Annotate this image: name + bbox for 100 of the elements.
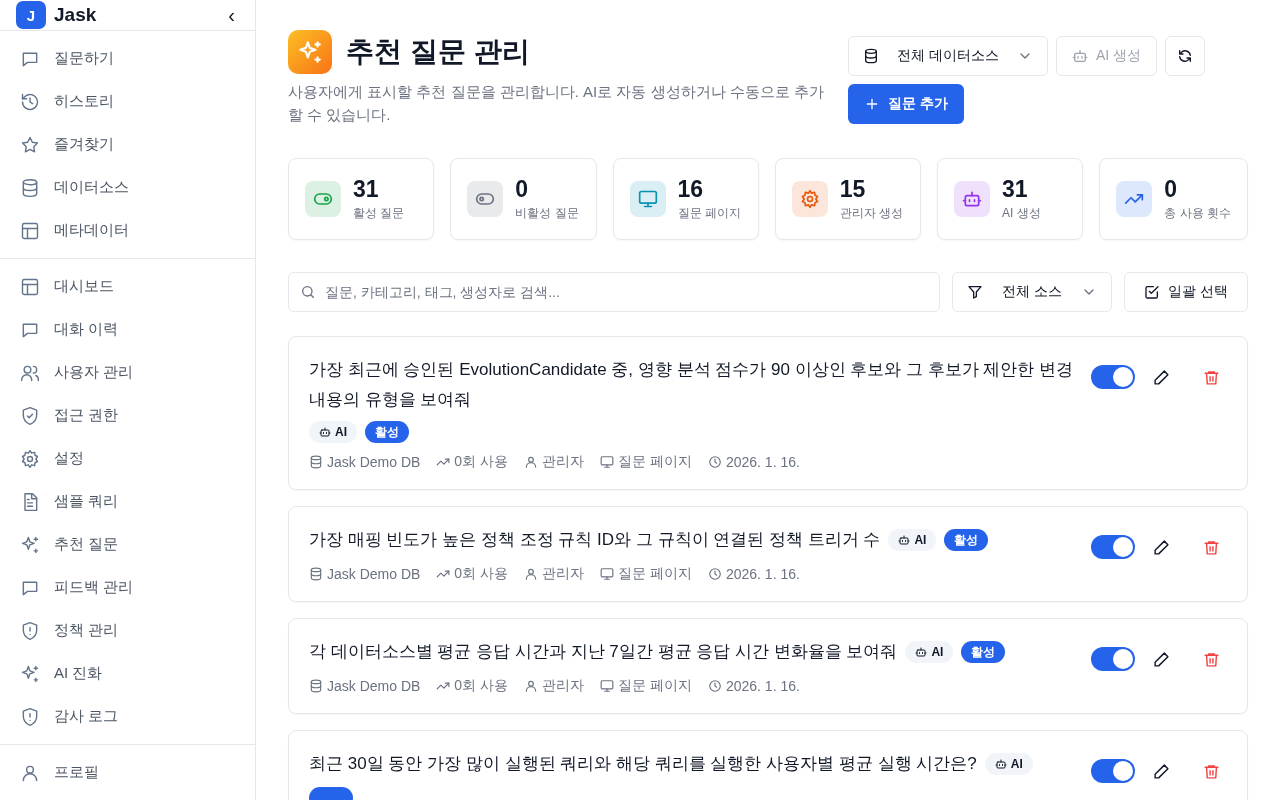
datasource-label: Jask Demo DB (327, 454, 421, 470)
sidebar-item[interactable]: 추천 질문 (8, 523, 247, 566)
stat-label: 활성 질문 (353, 205, 405, 222)
ai-label: AI (931, 645, 944, 659)
usage-count: 0회 사용 (454, 677, 509, 695)
question-text: 가장 매핑 빈도가 높은 정책 조정 규칙 ID와 그 규칙이 연결된 정책 트리거 수 (309, 529, 881, 551)
ai-label: AI (914, 533, 927, 547)
layout-icon (20, 276, 40, 297)
sidebar-item[interactable]: AI 진화 (8, 652, 247, 695)
usage-count: 0회 사용 (454, 565, 509, 583)
add-question-button[interactable]: 질문 추가 (848, 84, 964, 124)
sidebar-item[interactable]: 프로필 (8, 751, 247, 794)
stat-label: 총 사용 횟수 (1164, 205, 1231, 222)
sidebar-item[interactable]: 피드백 관리 (8, 566, 247, 609)
created-date: 2026. 1. 16. (725, 566, 800, 582)
robot-icon (915, 646, 928, 658)
datasource-label: Jask Demo DB (327, 678, 421, 694)
sidebar-item[interactable]: 대화 이력 (8, 308, 247, 351)
clock-icon (707, 679, 722, 693)
sidebar-item[interactable]: 질문하기 (8, 37, 247, 80)
sidebar-item[interactable]: 설정 (8, 437, 247, 480)
app-name: Jask (54, 4, 98, 26)
pencil-icon (1152, 368, 1170, 386)
clock-icon (707, 455, 722, 469)
trash-icon (1202, 538, 1220, 556)
status-badge: 활성 (944, 529, 989, 551)
sidebar-item[interactable]: 샘플 쿼리 (8, 480, 247, 523)
author-label: 관리자 (542, 565, 585, 583)
author-label: 관리자 (542, 677, 585, 695)
stat-value: 0 (515, 176, 530, 203)
database-icon (309, 455, 323, 469)
history-icon (20, 91, 40, 112)
question-text: 가장 최근에 승인된 EvolutionCandidate 중, 영향 분석 점수가 90 이상인 후보와 그 후보가 제안한 변경 내용의 유형을 보여줘 (309, 359, 1075, 411)
shield-alert-icon (20, 706, 40, 727)
sparkle-icon (20, 663, 40, 684)
status-badge: 활성 (961, 641, 1006, 663)
robot-icon (319, 426, 331, 438)
monitor-icon (600, 679, 615, 693)
refresh-icon (1177, 48, 1193, 64)
sidebar-item[interactable]: 메타데이터 (8, 209, 247, 252)
sparkle-icon (288, 30, 332, 74)
stat-label: 관리자 생성 (839, 205, 904, 222)
pencil-icon (1152, 538, 1170, 556)
sparkle-icon (20, 534, 40, 555)
created-date: 2026. 1. 16. (725, 678, 800, 694)
created-date: 2026. 1. 16. (725, 454, 800, 470)
collapse-button[interactable]: ‹ (224, 3, 239, 27)
checkbox-icon (1144, 284, 1161, 300)
clock-icon (707, 567, 722, 581)
refresh-button[interactable] (1165, 36, 1205, 76)
active-toggle[interactable] (1091, 647, 1135, 671)
source-filter-select[interactable]: 전체 소스 (952, 272, 1112, 312)
monitor-icon (600, 567, 615, 581)
database-icon (863, 48, 879, 64)
page-description: 사용자에게 표시할 추천 질문을 관리합니다. AI로 자동 생성하거나 수동으로 추가할 수 있습니다. (288, 82, 825, 125)
datasource-label: Jask Demo DB (327, 566, 421, 582)
database-icon (309, 567, 323, 581)
sidebar-item[interactable]: 감사 로그 (8, 695, 247, 738)
sidebar-item[interactable]: 대시보드 (8, 265, 247, 308)
shield-check-icon (20, 405, 40, 426)
plus-icon (864, 96, 880, 112)
status-badge: 활성 (365, 421, 409, 443)
sidebar-item[interactable]: 정책 관리 (8, 609, 247, 652)
robot-icon (994, 758, 1007, 770)
shield-alert-icon (20, 620, 40, 641)
author-label: 관리자 (542, 453, 585, 471)
trash-icon (1202, 650, 1220, 668)
sidebar-item[interactable]: 사용자 관리 (8, 351, 247, 394)
datasource-select[interactable]: 전체 데이터소스 (848, 36, 1048, 76)
search-icon (300, 284, 316, 300)
search-field[interactable]: 질문, 카테고리, 태그, 생성자로 검색... (288, 272, 940, 312)
stat-label: 질문 페이지 (677, 205, 741, 222)
star-icon (20, 134, 40, 155)
monitor-icon (600, 455, 615, 469)
stat-label: AI 생성 (1002, 205, 1041, 222)
page-label: 질문 페이지 (618, 453, 692, 471)
usage-count: 0회 사용 (454, 453, 509, 471)
sidebar-item[interactable]: 즐겨찾기 (8, 123, 247, 166)
stat-value: 31 (353, 176, 380, 203)
sidebar-item[interactable]: 히스토리 (8, 80, 247, 123)
stat-value: 31 (1002, 176, 1029, 203)
robot-icon (898, 534, 911, 546)
pencil-icon (1152, 650, 1170, 668)
settings-icon (20, 448, 40, 469)
active-toggle[interactable] (1091, 759, 1135, 783)
stat-value: 0 (1164, 176, 1179, 203)
pencil-icon (1152, 762, 1170, 780)
active-toggle[interactable] (1091, 535, 1135, 559)
user-icon (524, 679, 539, 693)
question-text: 각 데이터소스별 평균 응답 시간과 지난 7일간 평균 응답 시간 변화율을 보여줘 (309, 641, 898, 663)
trash-icon (1202, 368, 1220, 386)
sidebar-item[interactable]: 데이터소스 (8, 166, 247, 209)
sidebar-item[interactable]: 접근 권한 (8, 394, 247, 437)
active-toggle[interactable] (1091, 365, 1135, 389)
logo-badge: J (16, 1, 46, 29)
ai-label: AI (335, 425, 347, 439)
ai-label: AI (1010, 757, 1023, 771)
filter-icon (967, 284, 983, 300)
database-icon (309, 679, 323, 693)
bulk-select-button[interactable]: 일괄 선택 (1124, 272, 1248, 312)
